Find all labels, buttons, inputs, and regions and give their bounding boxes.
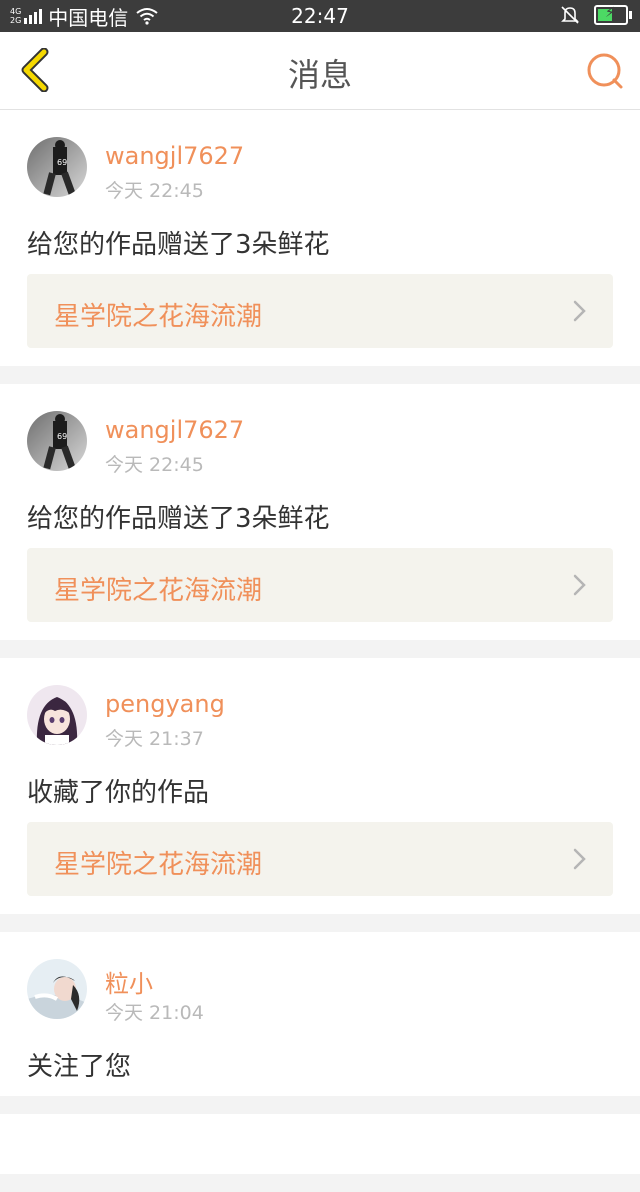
svg-text:69: 69	[57, 158, 67, 167]
status-right: ⚡	[560, 5, 632, 25]
status-time: 22:47	[291, 4, 349, 28]
work-title: 星学院之花海流潮	[54, 302, 263, 332]
message-text: 给您的作品赠送了3朵鲜花	[27, 230, 330, 260]
battery-icon: ⚡	[594, 5, 632, 25]
username[interactable]: 粒小	[105, 964, 153, 999]
message-text: 给您的作品赠送了3朵鲜花	[27, 504, 330, 534]
avatar-image: 69	[27, 137, 87, 197]
search-icon	[587, 53, 623, 89]
message-list: 69 wangjl7627 今天 22:45 给您的作品赠送了3朵鲜花 星学院之…	[0, 110, 640, 1192]
message-text: 收藏了你的作品	[27, 778, 210, 808]
status-bar: 4G 2G 中国电信 22:47 ⚡	[0, 0, 640, 32]
chevron-right-icon	[573, 848, 586, 870]
work-title: 星学院之花海流潮	[54, 850, 263, 880]
charging-icon: ⚡	[605, 5, 615, 21]
username[interactable]: wangjl7627	[105, 416, 244, 444]
work-title: 星学院之花海流潮	[54, 576, 263, 606]
message-text: 关注了您	[27, 1052, 132, 1082]
avatar-image	[27, 959, 87, 1019]
message-time: 今天 21:37	[105, 728, 204, 750]
message-card: 粒小 今天 21:04 关注了您	[0, 932, 640, 1096]
work-link[interactable]: 星学院之花海流潮	[27, 274, 613, 348]
avatar-image	[27, 685, 87, 745]
message-time: 今天 22:45	[105, 180, 204, 202]
work-link[interactable]: 星学院之花海流潮	[27, 548, 613, 622]
avatar[interactable]: 69	[27, 411, 87, 471]
page-title: 消息	[287, 56, 352, 94]
work-link[interactable]: 星学院之花海流潮	[27, 822, 613, 896]
message-card: 69 wangjl7627 今天 22:45 给您的作品赠送了3朵鲜花 星学院之…	[0, 110, 640, 366]
avatar[interactable]	[27, 685, 87, 745]
chevron-right-icon	[573, 300, 586, 322]
message-card: 69 wangjl7627 今天 22:45 给您的作品赠送了3朵鲜花 星学院之…	[0, 384, 640, 640]
message-card: pengyang 今天 21:37 收藏了你的作品 星学院之花海流潮	[0, 658, 640, 914]
avatar-image: 69	[27, 411, 87, 471]
username[interactable]: pengyang	[105, 690, 225, 718]
avatar[interactable]: 69	[27, 137, 87, 197]
search-button[interactable]	[586, 52, 624, 90]
svg-text:69: 69	[57, 432, 67, 441]
avatar[interactable]	[27, 959, 87, 1019]
nav-bar: 消息	[0, 32, 640, 110]
message-time: 今天 21:04	[105, 1002, 204, 1024]
message-time: 今天 22:45	[105, 454, 204, 476]
battery-tip	[629, 11, 632, 19]
username[interactable]: wangjl7627	[105, 142, 244, 170]
message-card	[0, 1114, 640, 1174]
chevron-right-icon	[573, 574, 586, 596]
bell-muted-icon	[561, 6, 579, 24]
